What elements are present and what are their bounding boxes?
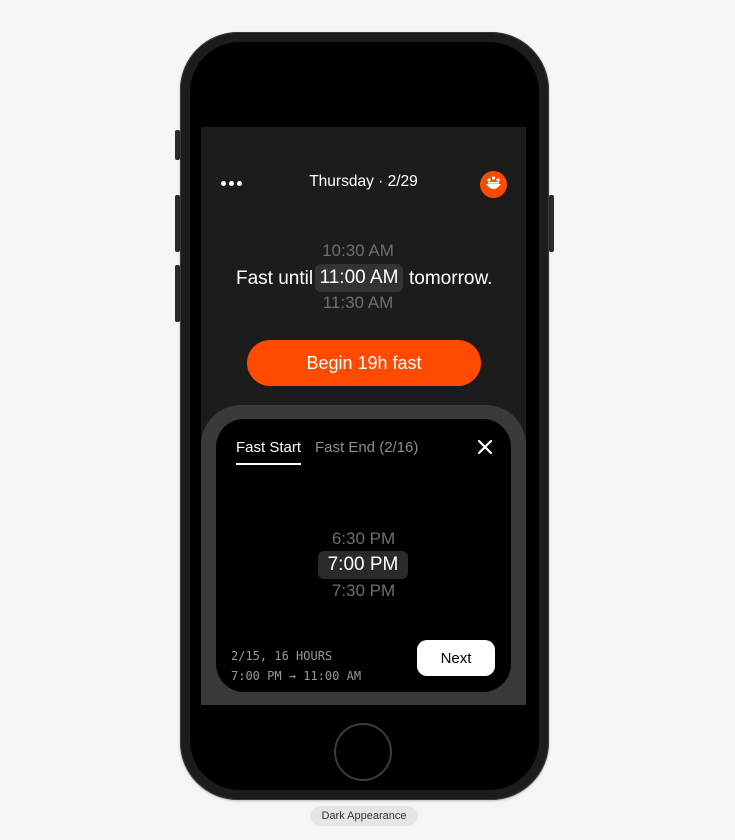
summary-date-duration: 2/15, 16 HOURS [231,649,333,663]
fast-until-sentence: Fast until 11:00 AM tomorrow. [201,264,526,292]
tab-fast-end[interactable]: Fast End (2/16) [315,439,418,456]
app-screen: Thursday · 2/29 10:30 AM Fast until 11:0… [201,127,526,705]
fast-start-time-wheel[interactable]: 6:30 PM 7:00 PM 7:30 PM [216,523,511,603]
avatar-icon[interactable] [480,171,507,198]
power-button [549,195,554,252]
fast-until-label: Fast until [236,268,314,289]
wheel-selected-time[interactable]: 7:00 PM [318,551,408,579]
appearance-caption: Dark Appearance [310,806,418,826]
date-title: Thursday · 2/29 [309,173,418,190]
summary-time-range: 7:00 PM → 11:00 AM [231,669,362,683]
time-option-next[interactable]: 11:30 AM [315,293,401,313]
home-button[interactable] [334,723,392,781]
close-icon[interactable] [477,439,493,455]
edit-fast-sheet: Fast Start Fast End (2/16) 6:30 PM 7:00 … [201,405,526,705]
stage: Thursday · 2/29 10:30 AM Fast until 11:0… [0,0,735,840]
wheel-option-previous[interactable]: 6:30 PM [216,529,511,549]
tab-fast-start[interactable]: Fast Start [236,439,302,465]
wheel-option-next[interactable]: 7:30 PM [216,581,511,601]
fast-summary: 2/15, 16 HOURS 7:00 PM → 11:00 AM [231,646,361,686]
begin-fast-button[interactable]: Begin 19h fast [247,340,481,386]
sheet-tabs: Fast Start Fast End (2/16) [236,439,496,469]
selected-end-time[interactable]: 11:00 AM [315,264,403,292]
time-option-previous[interactable]: 10:30 AM [315,241,401,261]
edit-fast-panel: Fast Start Fast End (2/16) 6:30 PM 7:00 … [216,419,511,692]
tomorrow-label: tomorrow. [409,268,493,289]
top-bar: Thursday · 2/29 [201,171,526,198]
next-button[interactable]: Next [417,640,495,676]
fast-end-time-picker[interactable]: 10:30 AM Fast until 11:00 AM tomorrow. 1… [201,239,526,315]
